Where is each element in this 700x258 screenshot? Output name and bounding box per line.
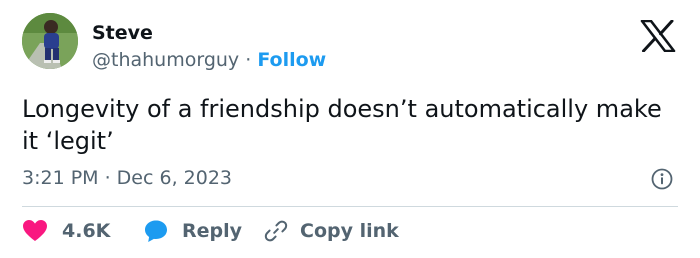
info-icon[interactable] [651, 168, 673, 190]
like-count: 4.6K [62, 220, 111, 242]
speech-bubble-icon [145, 220, 167, 242]
link-icon [264, 220, 288, 242]
reply-label: Reply [182, 220, 243, 242]
follow-button[interactable]: Follow [257, 49, 326, 71]
tweet-timestamp[interactable]: 3:21 PM · Dec 6, 2023 [22, 166, 232, 190]
handle-row: @thahumorguy · Follow [92, 48, 326, 72]
reply-button[interactable]: Reply [144, 219, 264, 243]
avatar-photo [22, 13, 78, 69]
copy-link-button[interactable]: Copy link [264, 219, 399, 243]
author-handle[interactable]: @thahumorguy [92, 49, 239, 71]
copy-link-label: Copy link [300, 220, 399, 242]
tweet-card: Steve @thahumorguy · Follow Longevity of… [0, 0, 700, 258]
author-name[interactable]: Steve [92, 21, 153, 45]
x-logo-icon[interactable] [640, 19, 676, 53]
avatar[interactable] [22, 13, 78, 69]
action-bar: 4.6K Reply Copy link [22, 218, 399, 244]
divider [22, 206, 678, 207]
like-button[interactable]: 4.6K [22, 219, 144, 243]
separator-dot: · [245, 49, 252, 71]
heart-icon [23, 220, 47, 241]
tweet-text: Longevity of a friendship doesn’t automa… [22, 95, 662, 155]
